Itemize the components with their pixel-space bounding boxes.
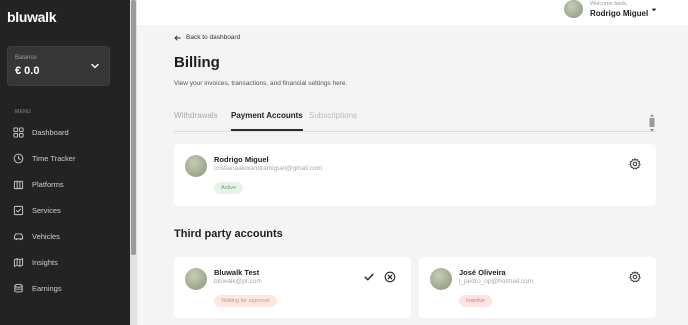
balance-label: Balance: [15, 55, 37, 61]
third-party-card: José Oliveira j_pedro_op@hotmail.com Ina…: [419, 257, 656, 318]
grid-icon: [13, 126, 24, 138]
sidebar-scrollbar[interactable]: [130, 0, 137, 325]
account-avatar: [185, 155, 207, 177]
clock-icon: [13, 153, 24, 163]
sidebar-item-platforms[interactable]: Platforms: [13, 176, 64, 192]
page-subtitle: View your invoices, transactions, and fi…: [174, 80, 348, 87]
status-badge: Inactive: [459, 295, 492, 307]
status-badge: Active: [214, 182, 243, 194]
gear-icon[interactable]: [629, 158, 641, 170]
back-link-label: Back to dashboard: [186, 34, 241, 41]
arrow-left-icon: [174, 35, 181, 40]
sidebar-item-time-tracker[interactable]: Time Tracker: [13, 150, 75, 166]
sidebar-item-dashboard[interactable]: Dashboard: [13, 124, 69, 140]
account-avatar: [430, 268, 452, 290]
account-name: José Oliveira: [459, 268, 506, 277]
chevron-down-icon[interactable]: [89, 60, 101, 72]
sidebar-item-vehicles[interactable]: Vehicles: [13, 228, 60, 244]
sidebar-item-label: Time Tracker: [32, 153, 76, 163]
tab-withdrawals[interactable]: Withdrawals: [174, 111, 218, 120]
tabs-scroll-indicator[interactable]: [649, 114, 655, 132]
building-icon: [13, 180, 24, 189]
back-to-dashboard-link[interactable]: Back to dashboard: [174, 34, 240, 41]
account-avatar: [185, 268, 207, 290]
user-name[interactable]: Rodrigo Miguel: [590, 9, 648, 18]
sidebar: bluwalk Balance € 0.0 MENU Dashboard Tim…: [0, 0, 130, 325]
tab-subscriptions[interactable]: Subscriptions: [309, 111, 357, 120]
third-party-title: Third party accounts: [174, 228, 283, 240]
avatar[interactable]: [564, 0, 583, 18]
coins-icon: [14, 283, 23, 292]
balance-card[interactable]: Balance € 0.0: [7, 46, 110, 86]
sidebar-item-earnings[interactable]: Earnings: [13, 280, 62, 296]
account-email: j_pedro_op@hotmail.com: [459, 278, 534, 285]
account-name: Bluwalk Test: [214, 268, 260, 277]
menu-label: MENU: [15, 109, 31, 115]
tab-bar: Withdrawals Payment Accounts Subscriptio…: [174, 110, 656, 132]
checkbox-icon: [13, 205, 24, 215]
sidebar-item-label: Platforms: [32, 179, 64, 189]
scrollbar-thumb[interactable]: [131, 0, 136, 255]
balance-value: € 0.0: [15, 65, 40, 77]
sidebar-item-insights[interactable]: Insights: [13, 254, 58, 270]
sidebar-item-label: Earnings: [32, 283, 62, 293]
sidebar-item-label: Services: [32, 205, 61, 215]
status-badge: Waiting for approval: [214, 295, 277, 307]
bluwalk-logo[interactable]: bluwalk: [7, 9, 57, 25]
primary-account-card: Rodrigo Miguel cristianaalexandramiguel@…: [174, 144, 656, 206]
caret-down-icon[interactable]: [651, 7, 657, 13]
sidebar-item-services[interactable]: Services: [13, 202, 61, 218]
account-email: bluwalk@pt.com: [214, 278, 262, 285]
sidebar-item-label: Dashboard: [32, 127, 69, 137]
welcome-text: Welcome back,: [590, 1, 628, 7]
third-party-card: Bluwalk Test bluwalk@pt.com Waiting for …: [174, 257, 411, 318]
map-icon: [13, 257, 24, 267]
gear-icon[interactable]: [629, 271, 641, 283]
sidebar-item-label: Vehicles: [32, 231, 60, 241]
account-email: cristianaalexandramiguel@gmail.com: [214, 165, 323, 172]
tab-payment-accounts[interactable]: Payment Accounts: [231, 111, 303, 131]
car-icon: [13, 232, 24, 240]
sidebar-item-label: Insights: [32, 257, 58, 267]
check-icon[interactable]: [363, 271, 375, 283]
account-name: Rodrigo Miguel: [214, 155, 269, 164]
page-title: Billing: [174, 54, 220, 71]
reject-circle-icon[interactable]: [384, 271, 396, 283]
